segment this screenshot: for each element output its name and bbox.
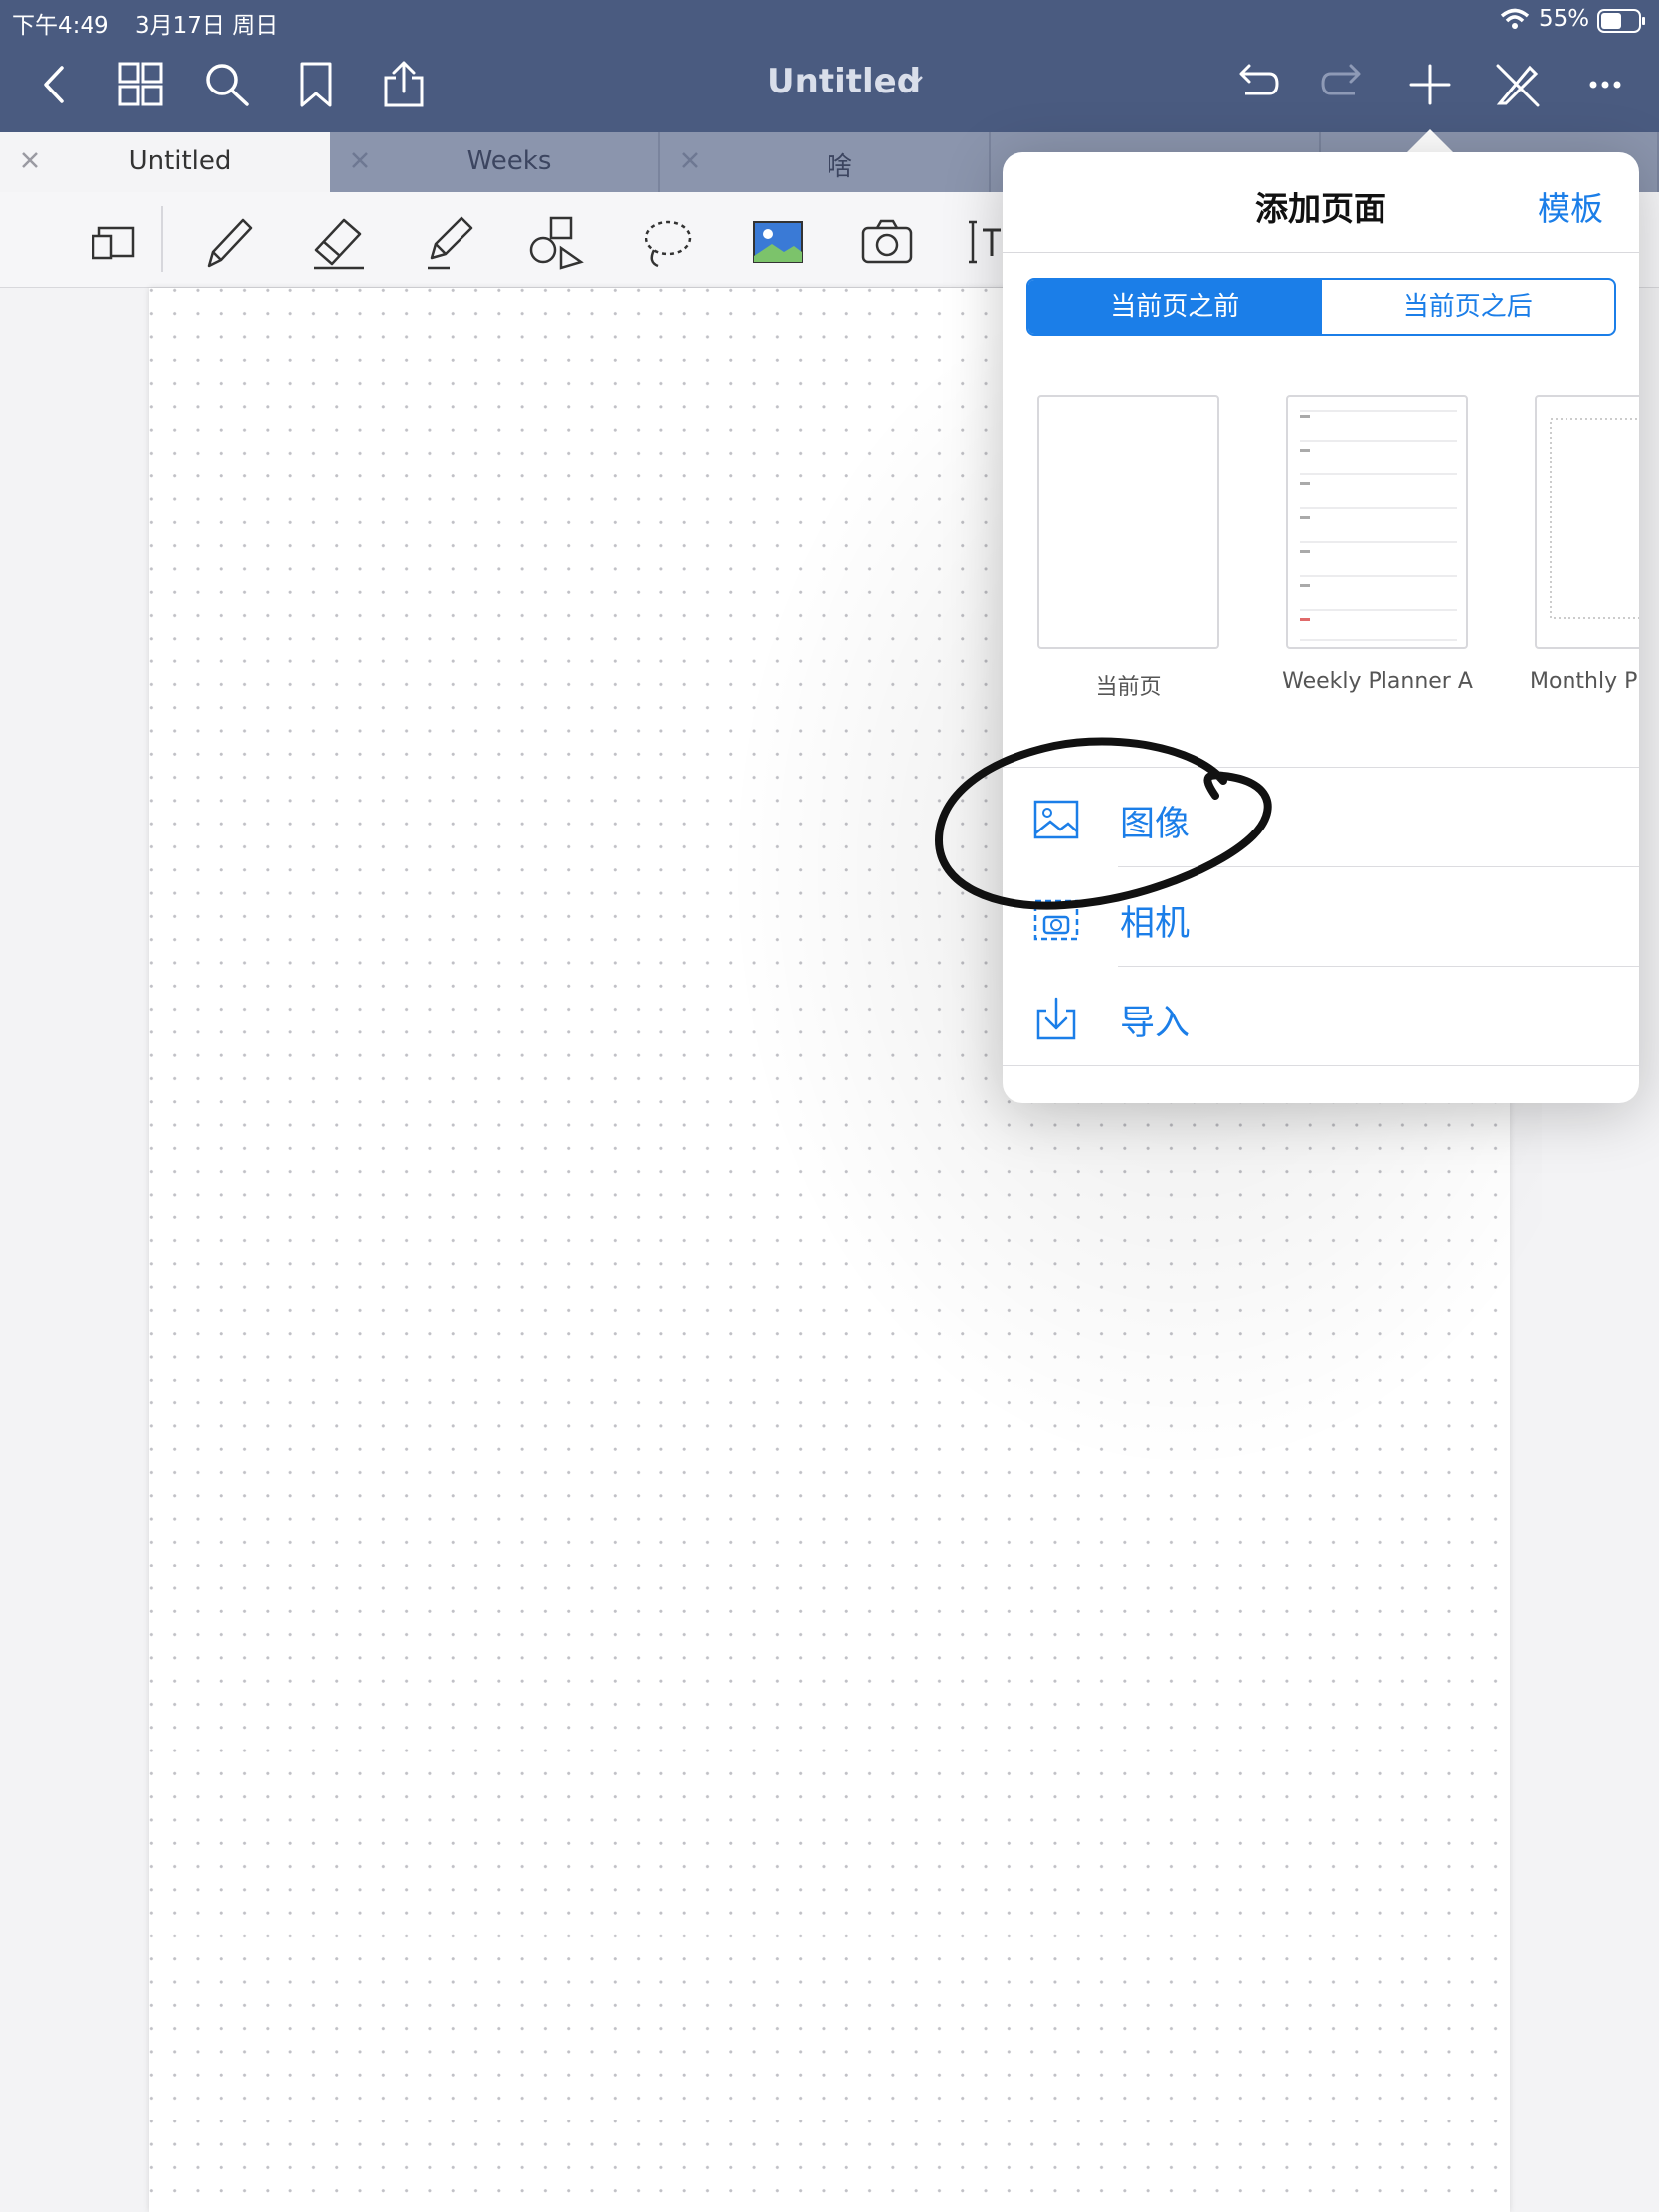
close-icon[interactable]	[676, 146, 704, 174]
toolbar-divider	[161, 206, 163, 272]
camera-icon[interactable]	[857, 212, 917, 272]
highlighter-icon[interactable]	[420, 212, 479, 272]
template-label: Monthly Pl	[1530, 669, 1639, 694]
document-title[interactable]: Untitled	[767, 62, 921, 101]
lasso-icon[interactable]	[639, 212, 698, 272]
battery-percentage: 55%	[1539, 6, 1590, 32]
popover-arrow	[1406, 129, 1454, 153]
bookmark-icon[interactable]	[290, 60, 342, 109]
option-label: 导入	[1120, 1004, 1191, 1043]
status-time: 下午4:49	[12, 13, 109, 39]
shapes-icon[interactable]	[527, 212, 587, 272]
add-page-popover: 添加页面 模板 当前页之前 当前页之后 当前页 Weekly Planner A…	[1003, 152, 1639, 1103]
insert-position-segmented-control: 当前页之前 当前页之后	[1026, 278, 1616, 336]
search-icon[interactable]	[201, 60, 253, 109]
template-label: Weekly Planner A	[1282, 669, 1473, 694]
close-icon[interactable]	[16, 146, 44, 174]
option-label: 图像	[1120, 805, 1191, 844]
status-bar: 下午4:49 3月17日 周日 55%	[0, 0, 1659, 40]
segment-after-current[interactable]: 当前页之后	[1322, 280, 1615, 334]
option-label: 相机	[1120, 904, 1191, 944]
template-monthly-planner[interactable]	[1535, 395, 1639, 649]
tab-3[interactable]: 啥	[660, 132, 991, 192]
eraser-icon[interactable]	[310, 212, 370, 272]
templates-button[interactable]: 模板	[1538, 182, 1603, 230]
status-date: 3月17日 周日	[135, 13, 278, 39]
image-icon[interactable]	[748, 212, 808, 272]
template-label: 当前页	[1095, 675, 1162, 700]
image-icon	[1032, 796, 1080, 843]
pen-off-icon[interactable]	[1492, 60, 1544, 109]
wifi-icon	[1500, 8, 1530, 30]
share-icon[interactable]	[378, 60, 430, 109]
pen-icon[interactable]	[199, 212, 259, 272]
divider	[1003, 1065, 1639, 1066]
undo-icon[interactable]	[1229, 60, 1281, 109]
tab-label: 啥	[826, 152, 852, 182]
import-icon	[1032, 995, 1080, 1042]
add-image-option[interactable]: 图像	[1003, 768, 1639, 867]
read-mode-icon[interactable]	[86, 212, 145, 272]
template-current-page[interactable]	[1037, 395, 1219, 649]
tab-label: Untitled	[128, 146, 232, 176]
chevron-down-icon[interactable]	[905, 74, 925, 88]
tab-untitled[interactable]: Untitled	[0, 132, 330, 194]
close-icon[interactable]	[346, 146, 374, 174]
template-weekly-planner-a[interactable]	[1286, 395, 1468, 649]
divider	[1003, 252, 1639, 253]
tab-label: Weeks	[466, 146, 552, 176]
camera-icon	[1032, 895, 1080, 943]
more-icon[interactable]	[1579, 60, 1631, 109]
back-icon[interactable]	[30, 60, 82, 109]
tab-weeks[interactable]: Weeks	[330, 132, 660, 192]
navigation-bar: 下午4:49 3月17日 周日 55% Untitled	[0, 0, 1659, 132]
battery-icon	[1597, 9, 1647, 33]
add-page-icon[interactable]	[1404, 60, 1456, 109]
redo-icon[interactable]	[1319, 60, 1371, 109]
add-camera-option[interactable]: 相机	[1003, 867, 1639, 967]
import-option[interactable]: 导入	[1003, 967, 1639, 1066]
segment-before-current[interactable]: 当前页之前	[1028, 280, 1322, 334]
grid-icon[interactable]	[115, 60, 167, 109]
